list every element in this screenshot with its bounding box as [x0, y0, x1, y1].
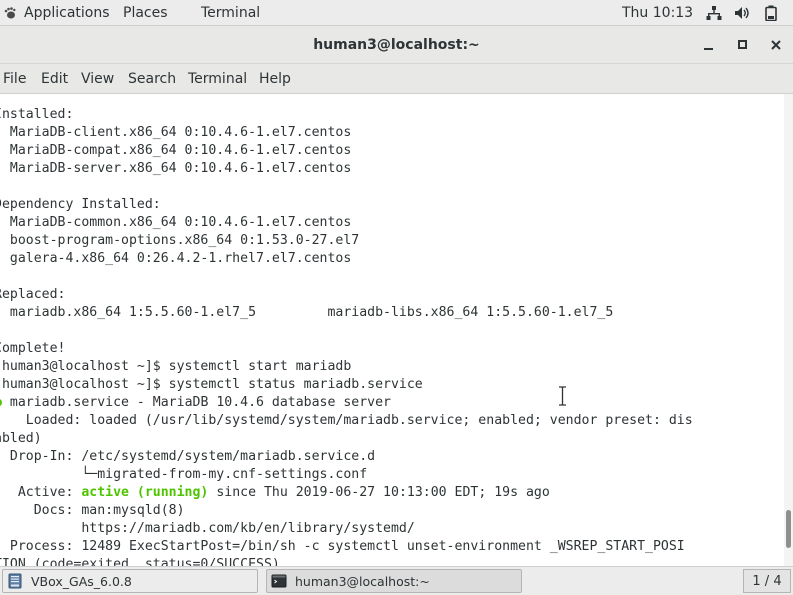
- menu-file[interactable]: File: [3, 64, 26, 94]
- terminal-line: MariaDB-common.x86_64 0:10.4.6-1.el7.cen…: [0, 215, 352, 230]
- disc-drive-icon: [8, 573, 22, 589]
- menu-terminal[interactable]: Terminal: [188, 64, 247, 94]
- terminal-line: MariaDB-server.x86_64 0:10.4.6-1.el7.cen…: [0, 161, 352, 176]
- terminal-output[interactable]: Installed: MariaDB-client.x86_64 0:10.4.…: [0, 94, 784, 566]
- terminal-scrollbar[interactable]: [784, 94, 793, 566]
- menu-search[interactable]: Search: [128, 64, 176, 94]
- volume-icon[interactable]: [734, 5, 750, 21]
- terminal-line: galera-4.x86_64 0:26.4.2-1.rhel7.el7.cen…: [0, 251, 352, 266]
- terminal-line: Replaced:: [0, 287, 66, 302]
- terminal-app-menu[interactable]: Terminal: [201, 0, 260, 26]
- places-menu[interactable]: Places: [123, 0, 168, 26]
- terminal-line: MariaDB-compat.x86_64 0:10.4.6-1.el7.cen…: [0, 143, 352, 158]
- terminal-line: Loaded: loaded (/usr/lib/systemd/system/…: [0, 413, 693, 428]
- terminal-line: boost-program-options.x86_64 0:1.53.0-27…: [0, 233, 360, 248]
- clock[interactable]: Thu 10:13: [622, 0, 693, 26]
- close-icon[interactable]: [764, 34, 788, 56]
- terminal-line: MariaDB-client.x86_64 0:10.4.6-1.el7.cen…: [0, 125, 352, 140]
- active-line: Active: active (running) since Thu 2019-…: [0, 484, 550, 502]
- window-titlebar[interactable]: human3@localhost:~: [0, 26, 793, 64]
- terminal-line: Dependency Installed:: [0, 197, 161, 212]
- terminal-line: Complete!: [0, 341, 66, 356]
- menu-help[interactable]: Help: [259, 64, 291, 94]
- active-suffix: since Thu 2019-06-27 10:13:00 EDT; 19s a…: [208, 485, 550, 500]
- taskbar-item-vbox[interactable]: VBox_GAs_6.0.8: [2, 569, 258, 593]
- scrollbar-thumb[interactable]: [786, 510, 791, 548]
- terminal-icon: [271, 574, 287, 588]
- network-icon[interactable]: [706, 5, 722, 21]
- active-prefix: Active:: [0, 485, 82, 500]
- applications-menu[interactable]: Applications: [24, 0, 110, 26]
- status-line: ● mariadb.service - MariaDB 10.4.6 datab…: [0, 394, 391, 412]
- taskbar-item-terminal[interactable]: human3@localhost:~: [266, 569, 522, 593]
- menu-edit[interactable]: Edit: [41, 64, 68, 94]
- minimize-icon[interactable]: [697, 34, 721, 56]
- terminal-line: Drop-In: /etc/systemd/system/mariadb.ser…: [0, 449, 376, 464]
- terminal-line: [human3@localhost ~]$ systemctl status m…: [0, 377, 423, 392]
- taskbar-item-label: VBox_GAs_6.0.8: [31, 574, 132, 589]
- terminal-line: mariadb.x86_64 1:5.5.60-1.el7_5 mariadb-…: [0, 305, 614, 320]
- menu-bar: File Edit View Search Terminal Help: [0, 64, 793, 94]
- terminal-line: https://mariadb.com/kb/en/library/system…: [0, 521, 415, 536]
- status-text: mariadb.service - MariaDB 10.4.6 databas…: [1, 395, 391, 410]
- maximize-icon[interactable]: [731, 34, 755, 56]
- terminal-line: [human3@localhost ~]$ systemctl start ma…: [0, 359, 352, 374]
- terminal-line: Docs: man:mysqld(8): [0, 503, 185, 518]
- window-list-panel: VBox_GAs_6.0.8 human3@localhost:~ 1 / 4: [0, 566, 793, 595]
- text-cursor-icon: [559, 386, 566, 406]
- terminal-line: Installed:: [0, 107, 74, 122]
- workspace-switcher[interactable]: 1 / 4: [743, 569, 791, 593]
- terminal-line: TION (code=exited, status=0/SUCCESS): [0, 557, 280, 566]
- active-state: active (running): [81, 485, 209, 500]
- terminal-line: abled): [0, 431, 42, 446]
- window-title: human3@localhost:~: [313, 37, 480, 53]
- taskbar-item-label: human3@localhost:~: [295, 574, 430, 589]
- battery-icon[interactable]: [763, 5, 779, 21]
- terminal-line: Process: 12489 ExecStartPost=/bin/sh -c …: [0, 539, 685, 554]
- menu-view[interactable]: View: [81, 64, 114, 94]
- gnome-foot-icon: [4, 7, 16, 19]
- top-panel: Applications Places Terminal Thu 10:13: [0, 0, 793, 26]
- terminal-line: └─migrated-from-my.cnf-settings.conf: [0, 467, 368, 482]
